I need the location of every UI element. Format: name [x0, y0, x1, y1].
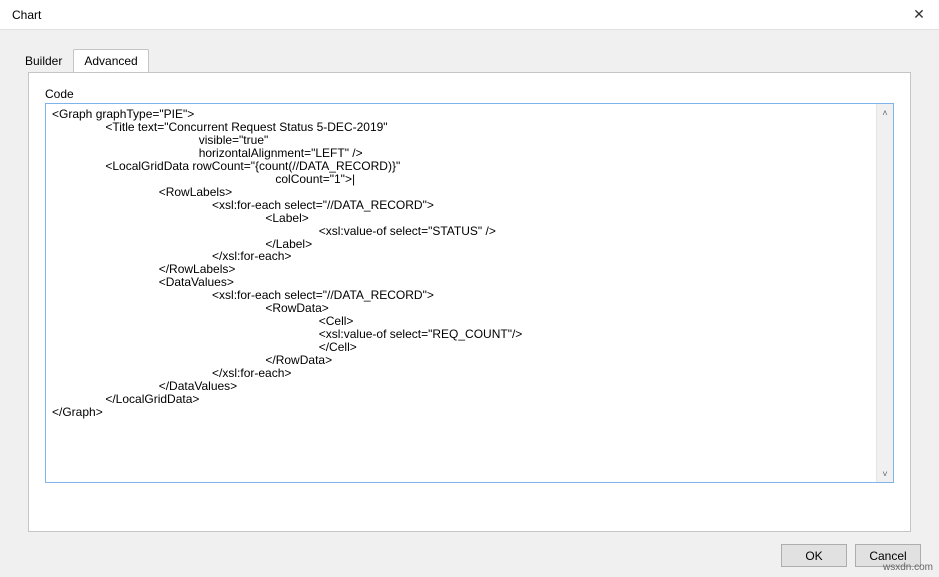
titlebar: Chart ✕ — [0, 0, 939, 30]
scroll-down-icon[interactable]: ˅ — [877, 465, 893, 482]
code-input[interactable] — [46, 104, 876, 482]
watermark: wsxdn.com — [883, 562, 933, 573]
ok-button[interactable]: OK — [781, 544, 847, 567]
code-label: Code — [45, 87, 894, 101]
tabs: Builder Advanced — [14, 48, 925, 72]
code-area-wrap: ˄ ˅ — [45, 103, 894, 483]
tabs-row: Builder Advanced Code ˄ ˅ — [0, 30, 939, 532]
window-title: Chart — [12, 8, 41, 22]
advanced-panel: Code ˄ ˅ — [28, 72, 911, 532]
scroll-up-icon[interactable]: ˄ — [877, 104, 893, 121]
tab-builder[interactable]: Builder — [14, 49, 73, 73]
tab-advanced[interactable]: Advanced — [73, 49, 148, 73]
close-icon[interactable]: ✕ — [907, 6, 931, 23]
vertical-scrollbar[interactable]: ˄ ˅ — [876, 104, 893, 482]
